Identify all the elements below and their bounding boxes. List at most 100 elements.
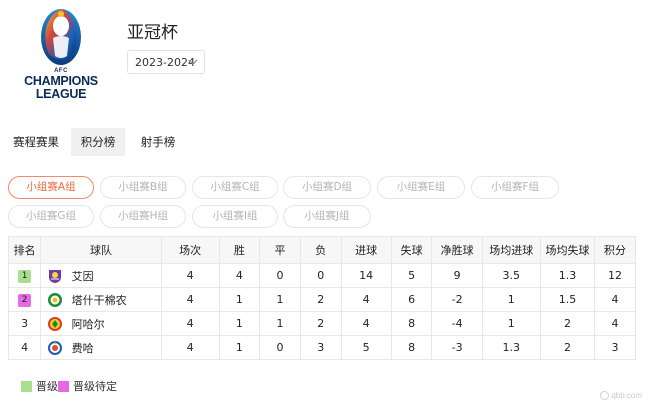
col-header-goals-for: 进球 <box>340 236 392 264</box>
group-g-button[interactable]: 小组赛G组 <box>8 205 94 228</box>
team-name: 费哈 <box>71 341 94 355</box>
team-name: 阿哈尔 <box>71 317 105 331</box>
avg-goals-for-cell: 1.3 <box>481 335 541 360</box>
goals-against-cell: 8 <box>390 311 433 336</box>
logo-wordmark: AFC CHAMPIONS LEAGUE <box>24 68 98 101</box>
chevron-down-icon <box>188 59 198 65</box>
won-cell: 1 <box>218 287 261 312</box>
won-cell: 4 <box>218 263 261 288</box>
rank-badge-pending: 2 <box>18 294 32 307</box>
pakhtakor-crest-icon <box>48 292 63 307</box>
played-cell: 4 <box>160 311 220 336</box>
drawn-cell: 0 <box>259 335 301 360</box>
played-cell: 4 <box>160 335 220 360</box>
lost-cell: 2 <box>299 287 342 312</box>
col-header-points: 积分 <box>594 236 636 264</box>
group-e-button[interactable]: 小组赛E组 <box>377 176 465 199</box>
goals-for-cell: 5 <box>340 335 392 360</box>
pending-swatch <box>58 380 69 392</box>
tab-top-scorers[interactable]: 射手榜 <box>131 128 185 156</box>
lost-cell: 2 <box>299 311 342 336</box>
played-cell: 4 <box>160 263 220 288</box>
al-ain-crest-icon <box>49 269 62 283</box>
competition-title: 亚冠杯 <box>127 23 178 43</box>
watermark-logo-icon <box>600 391 610 400</box>
points-cell: 4 <box>594 287 636 312</box>
team-name: 艾因 <box>71 269 94 283</box>
avg-goals-for-cell: 1 <box>481 287 541 312</box>
team-cell[interactable]: 费哈 <box>40 335 162 360</box>
season-dropdown[interactable]: 2023-2024 <box>127 50 205 74</box>
tab-schedule-results[interactable]: 赛程赛果 <box>5 128 69 156</box>
season-value: 2023-2024 <box>135 55 195 69</box>
col-header-lost: 负 <box>299 236 342 264</box>
group-i-button[interactable]: 小组赛I组 <box>192 205 278 228</box>
col-header-rank: 排名 <box>7 236 42 264</box>
points-cell: 4 <box>594 311 636 336</box>
group-j-button[interactable]: 小组赛J组 <box>283 205 371 228</box>
table-header-row: 排名 球队 场次 胜 平 负 进球 失球 净胜球 场均进球 场均失球 积分 <box>7 236 636 264</box>
table-row[interactable]: 2 塔什干棉农 4 1 1 2 4 6 -2 1 1.5 4 <box>7 287 636 312</box>
group-h-button[interactable]: 小组赛H组 <box>100 205 186 228</box>
avg-goals-for-cell: 1 <box>481 311 541 336</box>
ahal-crest-icon <box>48 316 63 331</box>
goal-diff-cell: -3 <box>431 335 483 360</box>
tab-standings[interactable]: 积分榜 <box>71 128 125 156</box>
goals-against-cell: 6 <box>390 287 433 312</box>
col-header-won: 胜 <box>218 236 261 264</box>
group-b-button[interactable]: 小组赛B组 <box>100 176 186 199</box>
avg-goals-against-cell: 2 <box>539 311 596 336</box>
goals-for-cell: 4 <box>340 287 392 312</box>
drawn-cell: 1 <box>259 311 301 336</box>
goals-for-cell: 4 <box>340 311 392 336</box>
col-header-avg-goals-for: 场均进球 <box>481 236 541 264</box>
team-cell[interactable]: 艾因 <box>40 263 162 288</box>
table-row[interactable]: 4 费哈 4 1 0 3 5 8 -3 1.3 2 3 <box>7 335 636 360</box>
avg-goals-against-cell: 1.5 <box>539 287 596 312</box>
goals-against-cell: 8 <box>390 335 433 360</box>
watermark: qbb.com <box>600 391 642 400</box>
group-d-button[interactable]: 小组赛D组 <box>283 176 371 199</box>
rank-cell: 3 <box>7 311 42 336</box>
qualified-swatch <box>21 380 32 392</box>
team-name: 塔什干棉农 <box>71 293 127 307</box>
table-row[interactable]: 1 艾因 4 4 0 0 14 5 9 3.5 1.3 12 <box>7 263 636 288</box>
table-row[interactable]: 3 阿哈尔 4 1 1 2 4 8 -4 1 2 4 <box>7 311 636 336</box>
col-header-avg-goals-against: 场均失球 <box>539 236 596 264</box>
lost-cell: 0 <box>299 263 342 288</box>
col-header-played: 场次 <box>160 236 220 264</box>
points-cell: 12 <box>594 263 636 288</box>
avg-goals-against-cell: 2 <box>539 335 596 360</box>
al-feiha-crest-icon <box>48 340 63 355</box>
rank-badge-qualified: 1 <box>18 270 32 283</box>
goal-diff-cell: -2 <box>431 287 483 312</box>
goal-diff-cell: -4 <box>431 311 483 336</box>
goals-against-cell: 5 <box>390 263 433 288</box>
col-header-goals-against: 失球 <box>390 236 433 264</box>
group-f-button[interactable]: 小组赛F组 <box>471 176 559 199</box>
group-c-button[interactable]: 小组赛C组 <box>192 176 278 199</box>
tab-bar: 赛程赛果 积分榜 射手榜 <box>5 128 187 156</box>
col-header-goal-diff: 净胜球 <box>431 236 483 264</box>
team-cell[interactable]: 塔什干棉农 <box>40 287 162 312</box>
group-a-button[interactable]: 小组赛A组 <box>8 176 94 199</box>
rank-cell: 1 <box>7 263 42 288</box>
lost-cell: 3 <box>299 335 342 360</box>
played-cell: 4 <box>160 287 220 312</box>
legend-pending-label: 晋级待定 <box>73 380 117 393</box>
team-cell[interactable]: 阿哈尔 <box>40 311 162 336</box>
standings-table: 排名 球队 场次 胜 平 负 进球 失球 净胜球 场均进球 场均失球 积分 1 … <box>7 236 636 360</box>
legend-qualified-label: 晋级 <box>36 380 58 393</box>
legend: 晋级 晋级待定 <box>21 378 117 394</box>
points-cell: 3 <box>594 335 636 360</box>
won-cell: 1 <box>218 335 261 360</box>
drawn-cell: 0 <box>259 263 301 288</box>
avg-goals-against-cell: 1.3 <box>539 263 596 288</box>
goals-for-cell: 14 <box>340 263 392 288</box>
col-header-team: 球队 <box>40 236 162 264</box>
drawn-cell: 1 <box>259 287 301 312</box>
rank-cell: 4 <box>7 335 42 360</box>
avg-goals-for-cell: 3.5 <box>481 263 541 288</box>
won-cell: 1 <box>218 311 261 336</box>
goal-diff-cell: 9 <box>431 263 483 288</box>
